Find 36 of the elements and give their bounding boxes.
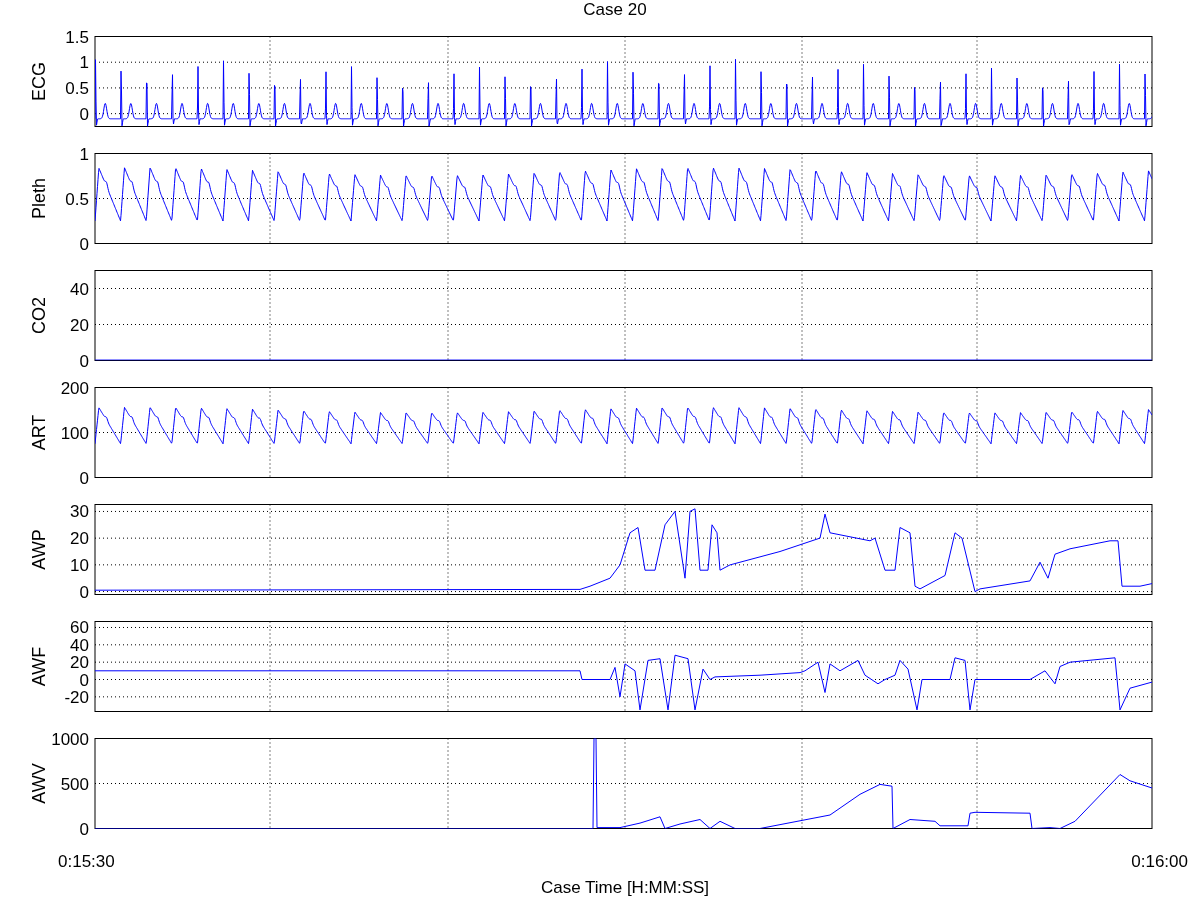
tick-label: 1 <box>79 53 89 73</box>
axis-label: AWF <box>28 646 49 687</box>
tick-label: 40 <box>70 279 89 299</box>
tick-label: 20 <box>70 315 89 335</box>
tick-label: 0 <box>79 819 89 839</box>
tick-label: 1.5 <box>65 27 89 47</box>
tick-label: 1000 <box>51 729 89 749</box>
axis-label: CO2 <box>28 297 49 334</box>
tick-label: 0 <box>79 234 89 254</box>
axis-label: AWP <box>28 529 49 570</box>
tick-label: 0 <box>79 104 89 124</box>
tick-label: 0 <box>79 670 89 690</box>
axis-label: AWV <box>28 763 49 804</box>
chart-title: Case 20 <box>583 0 647 20</box>
tick-label: 0 <box>79 468 89 488</box>
tick-label: 0:15:30 <box>58 852 115 872</box>
axis-label: Pleth <box>28 178 49 219</box>
tick-label: 40 <box>70 635 89 655</box>
tick-label: 100 <box>60 423 89 443</box>
tick-label: 20 <box>70 529 89 549</box>
tick-label: 20 <box>70 653 89 673</box>
tick-label: 10 <box>70 555 89 575</box>
axis-label: ECG <box>28 62 49 101</box>
tick-label: 1 <box>79 144 89 164</box>
axis-label: ART <box>28 414 49 451</box>
tick-label: 500 <box>60 774 89 794</box>
tick-label: 0.5 <box>65 78 89 98</box>
tick-label: 200 <box>60 378 89 398</box>
tick-label: 0.5 <box>65 189 89 209</box>
tick-label: 0 <box>79 351 89 371</box>
tick-label: 60 <box>70 618 89 638</box>
tick-label: -20 <box>64 687 89 707</box>
tick-label: 0:16:00 <box>1131 852 1188 872</box>
tick-label: 30 <box>70 502 89 522</box>
tick-label: 0 <box>79 582 89 602</box>
axis-label: Case Time [H:MM:SS] <box>540 878 710 898</box>
